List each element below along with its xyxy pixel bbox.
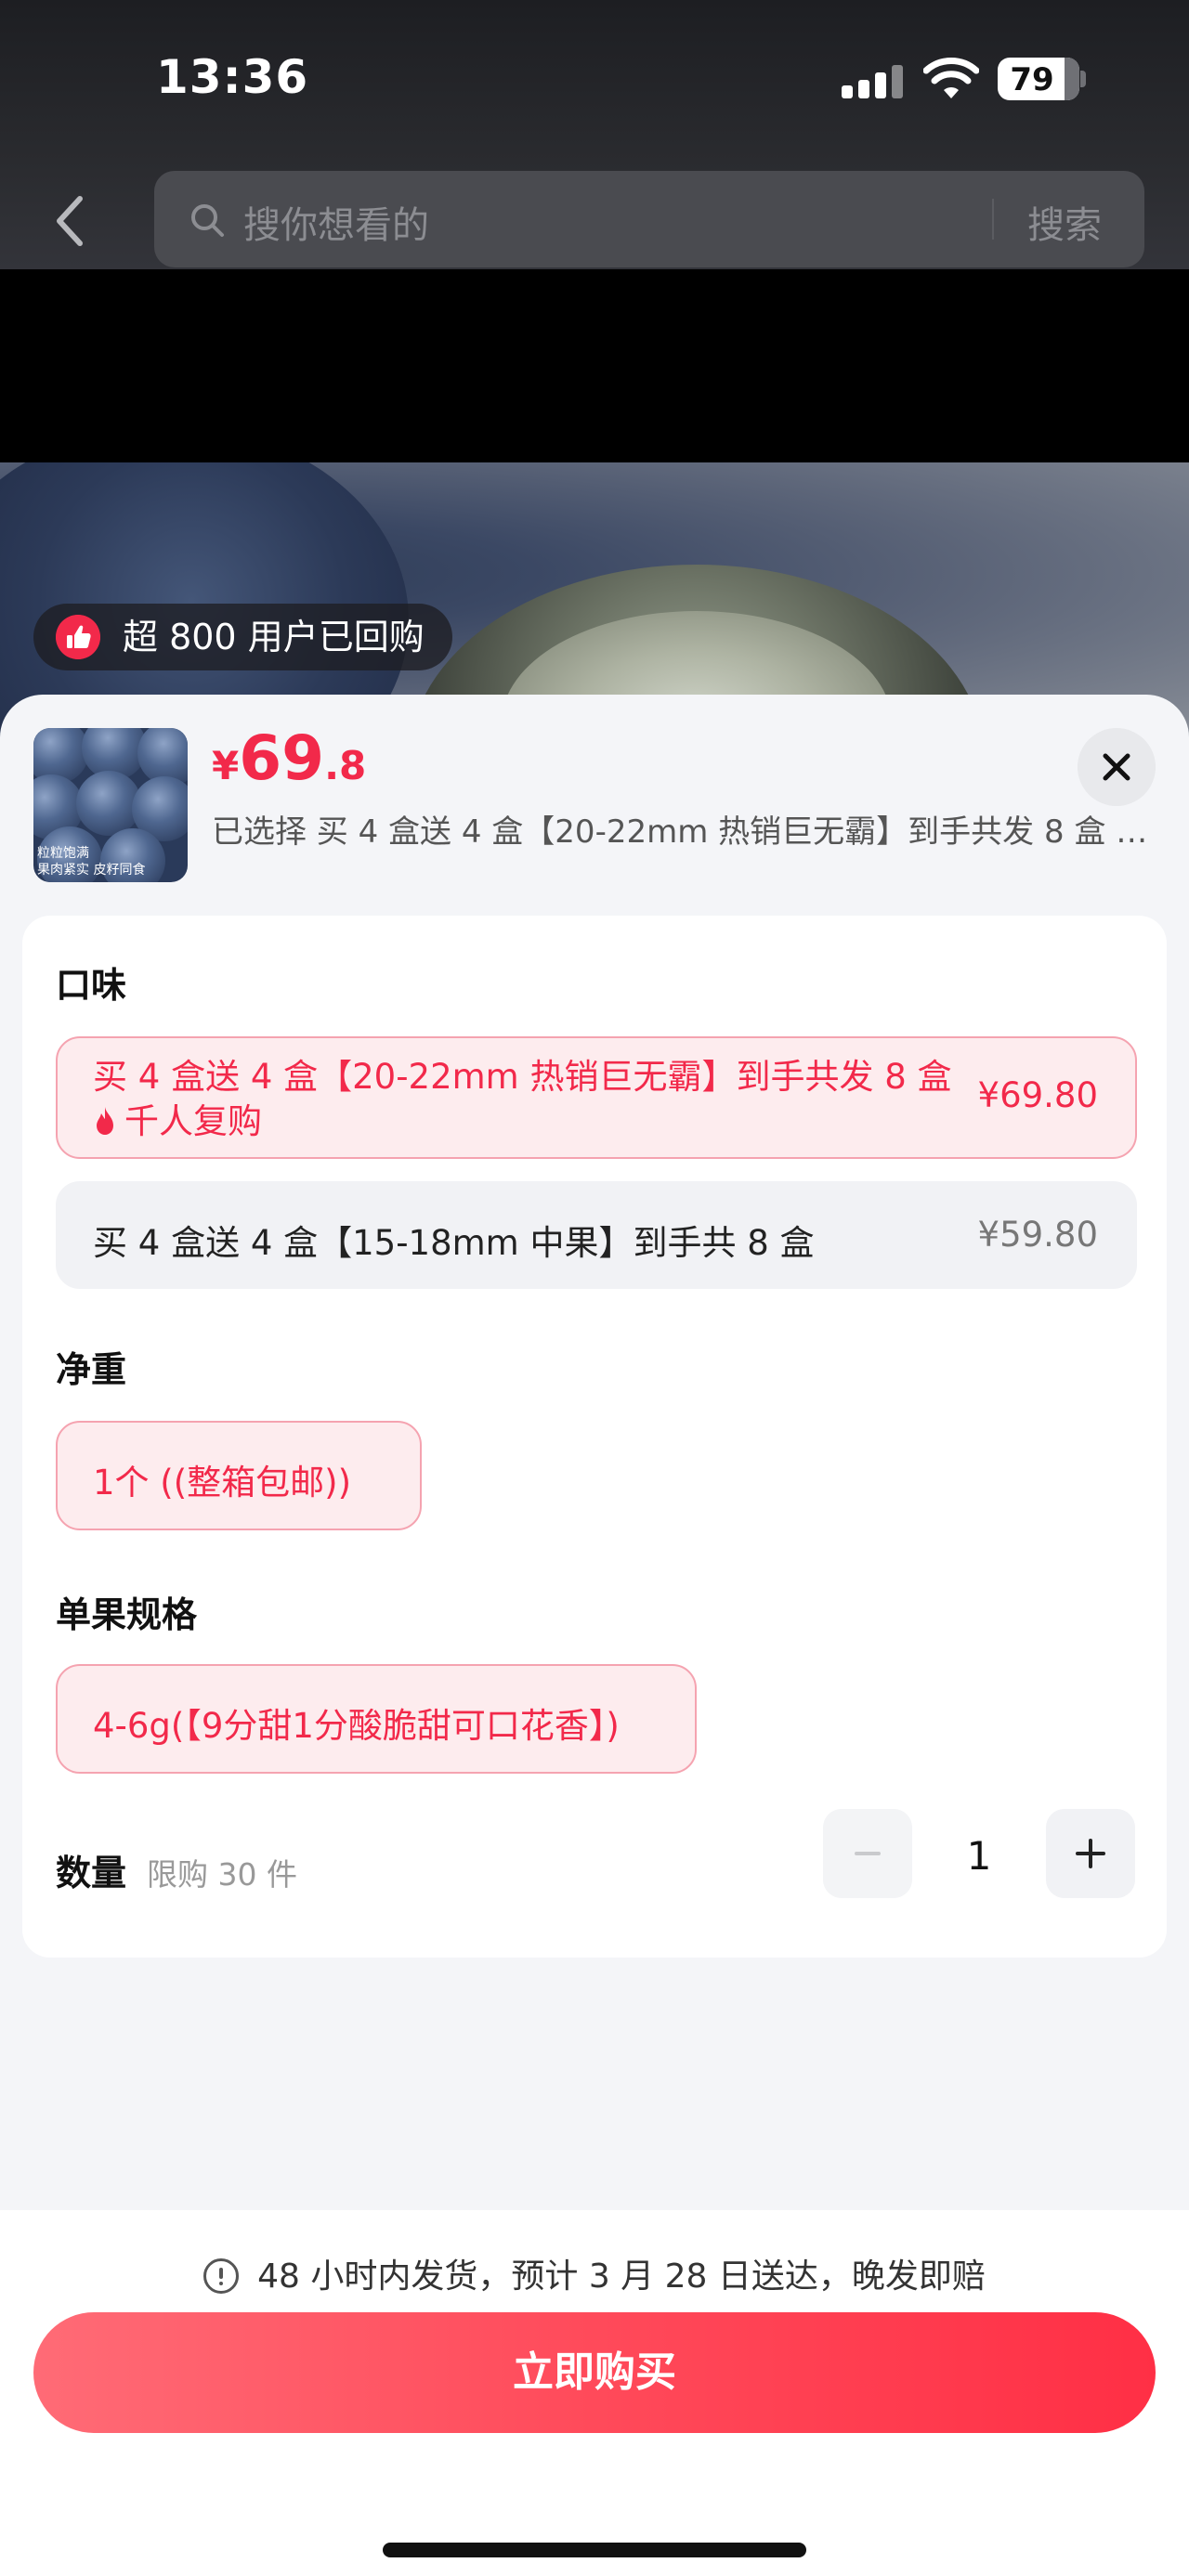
thumbs-up-icon bbox=[56, 615, 100, 659]
fire-icon bbox=[97, 1107, 113, 1135]
search-button[interactable]: 搜索 bbox=[1027, 195, 1102, 249]
status-time: 13:36 bbox=[156, 50, 309, 104]
buy-now-button[interactable]: 立即购买 bbox=[33, 2312, 1156, 2433]
spec-title: 单果规格 bbox=[56, 1594, 198, 1635]
battery-tip bbox=[1080, 71, 1086, 87]
video-letterbox bbox=[0, 269, 1189, 462]
product-thumbnail[interactable]: 粒粒饱满 果肉紧实 皮籽同食 bbox=[33, 728, 188, 882]
search-divider bbox=[992, 199, 994, 240]
battery-level: 79 bbox=[1010, 61, 1054, 98]
thumbnail-caption: 粒粒饱满 果肉紧实 皮籽同食 bbox=[37, 846, 146, 878]
spec-option[interactable]: 4-6g(【9分甜1分酸脆甜可口花香】) bbox=[56, 1664, 697, 1774]
quantity-increment-button[interactable] bbox=[1046, 1809, 1135, 1898]
flavor-option-2-label: 买 4 盒送 4 盒【15-18mm 中果】到手共 8 盒 bbox=[93, 1223, 815, 1263]
repurchase-badge: 超 800 用户已回购 bbox=[33, 604, 452, 670]
flavor-option-2[interactable]: 买 4 盒送 4 盒【15-18mm 中果】到手共 8 盒 ¥59.80 bbox=[56, 1181, 1137, 1289]
footer-bar: 48 小时内发货，预计 3 月 28 日送达，晚发即赔 立即购买 bbox=[0, 2210, 1189, 2576]
flavor-option-1-tag: 千人复购 bbox=[93, 1099, 966, 1144]
close-icon[interactable] bbox=[1078, 728, 1156, 806]
flavor-option-1[interactable]: 买 4 盒送 4 盒【20-22mm 热销巨无霸】到手共发 8 盒 千人复购 ¥… bbox=[56, 1036, 1137, 1159]
weight-option[interactable]: 1个 ((整箱包邮)) bbox=[56, 1421, 422, 1530]
flavor-title: 口味 bbox=[56, 965, 127, 1006]
flavor-option-1-label: 买 4 盒送 4 盒【20-22mm 热销巨无霸】到手共发 8 盒 bbox=[93, 1057, 952, 1097]
info-icon bbox=[203, 2258, 240, 2294]
status-bar: 13:36 79 bbox=[0, 0, 1189, 158]
quantity-value[interactable]: 1 bbox=[942, 1833, 1016, 1879]
wifi-icon bbox=[923, 58, 979, 98]
weight-title: 净重 bbox=[56, 1349, 127, 1390]
home-indicator bbox=[383, 2543, 806, 2557]
sku-selector-sheet: 粒粒饱满 果肉紧实 皮籽同食 ¥69.8 已选择 买 4 盒送 4 盒【20-2… bbox=[0, 695, 1189, 2576]
back-arrow-icon[interactable] bbox=[46, 191, 102, 251]
selected-variant-text: 已选择 买 4 盒送 4 盒【20-22mm 热销巨无霸】到手共发 8 盒 1个… bbox=[212, 813, 1150, 851]
search-input[interactable]: 搜你想看的 bbox=[243, 195, 429, 249]
search-bar[interactable]: 搜你想看的 搜索 bbox=[154, 171, 1144, 267]
delivery-notice: 48 小时内发货，预计 3 月 28 日送达，晚发即赔 bbox=[0, 2249, 1189, 2297]
cellular-signal-icon bbox=[842, 65, 903, 98]
quantity-title: 数量 bbox=[56, 1853, 127, 1893]
options-card: 口味 买 4 盒送 4 盒【20-22mm 热销巨无霸】到手共发 8 盒 千人复… bbox=[22, 916, 1167, 1958]
quantity-decrement-button[interactable] bbox=[823, 1809, 912, 1898]
quantity-limit: 限购 30 件 bbox=[147, 1856, 297, 1893]
search-icon bbox=[191, 204, 224, 237]
product-price: ¥69.8 bbox=[212, 722, 367, 794]
flavor-option-1-price: ¥69.80 bbox=[977, 1075, 1098, 1115]
flavor-option-2-price: ¥59.80 bbox=[977, 1215, 1098, 1255]
repurchase-text: 超 800 用户已回购 bbox=[123, 617, 425, 657]
battery-icon: 79 bbox=[998, 58, 1079, 100]
